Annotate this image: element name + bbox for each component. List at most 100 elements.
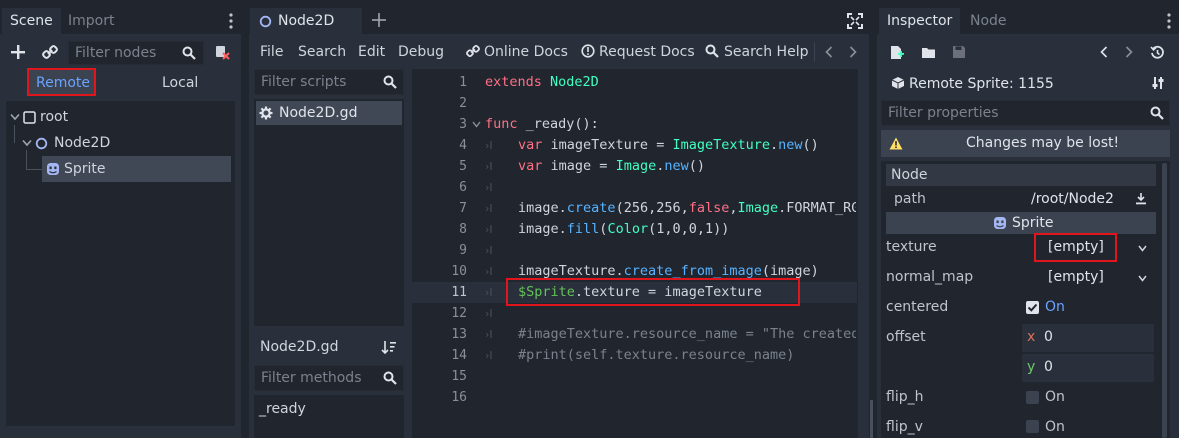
code-line-7: image.create(256,256,false,Image.FORMAT_… [518, 198, 856, 219]
tree-item-sprite[interactable]: Sprite [64, 157, 106, 181]
offset-x-label: x [1027, 329, 1036, 345]
filter-properties-input[interactable]: Filter properties [881, 100, 1170, 126]
link-icon[interactable] [40, 42, 60, 62]
menu-search[interactable]: Search [298, 43, 346, 61]
tab-import[interactable]: Import [60, 8, 122, 34]
clear-script-icon[interactable] [212, 42, 232, 62]
tools-icon[interactable] [1149, 74, 1167, 92]
tab-inspector[interactable]: Inspector [879, 8, 961, 34]
chevron-down-icon[interactable] [20, 136, 34, 150]
tab-marker: ›I [485, 349, 493, 362]
history-icon[interactable] [1148, 43, 1166, 61]
normal-map-value[interactable]: [empty] [1048, 268, 1104, 286]
token: fill [566, 221, 600, 237]
warning-text: Changes may be lost! [966, 135, 1120, 151]
token: new [778, 137, 803, 153]
token: false [688, 200, 730, 216]
tab-marker: ›I [485, 139, 493, 152]
remote-label: Remote [36, 75, 91, 91]
menu-edit[interactable]: Edit [358, 43, 385, 61]
line-number: 16 [451, 390, 467, 405]
sort-icon[interactable] [380, 338, 398, 356]
tab-marker: ›I [485, 223, 493, 236]
tree-item-node2d[interactable]: Node2D [54, 131, 110, 155]
offset-y-field[interactable] [1022, 354, 1154, 382]
chevron-right-icon[interactable] [846, 43, 860, 61]
code-line-11-highlight [506, 278, 800, 306]
texture-label: texture [886, 239, 937, 255]
chevron-left-icon[interactable] [1097, 43, 1111, 61]
node-path-assign-icon[interactable] [1133, 190, 1149, 206]
tab-marker: ›I [485, 202, 493, 215]
token: func [485, 116, 518, 132]
fullscreen-icon[interactable] [845, 11, 865, 31]
node2d-icon [34, 136, 48, 150]
path-label: path [894, 191, 926, 207]
tab-scene[interactable]: Scene [2, 8, 61, 34]
search-icon [381, 368, 399, 388]
offset-label: offset [886, 329, 926, 345]
offset-x-value: 0 [1044, 329, 1053, 345]
save-icon[interactable] [950, 43, 968, 61]
flip-h-checkbox[interactable] [1026, 391, 1039, 404]
tab-marker: ›I [485, 160, 493, 173]
line-number: 1 [459, 75, 467, 90]
sprite-icon [992, 215, 1008, 231]
new-resource-icon[interactable] [888, 43, 906, 61]
menu-online-docs[interactable]: Online Docs [484, 43, 568, 61]
flip-v-checkbox[interactable] [1026, 420, 1039, 433]
chevron-down-icon[interactable] [1135, 271, 1149, 285]
code-line-8: image.fill(Color(1,0,0,1)) [518, 219, 729, 240]
code-line-14: #print(self.texture.resource_name) [518, 347, 795, 363]
inspector-scrollbar[interactable] [1162, 163, 1167, 438]
token: ImageTexture [672, 137, 770, 153]
menu-file[interactable]: File [260, 43, 283, 61]
tab-node[interactable]: Node [962, 8, 1015, 34]
chevron-left-icon[interactable] [822, 43, 836, 61]
fold-arrow-icon[interactable] [470, 118, 482, 130]
menu-request-docs[interactable]: Request Docs [599, 43, 695, 61]
token: () [688, 158, 705, 174]
menu-separator [814, 42, 815, 62]
tab-marker: ›I [485, 286, 493, 299]
offset-y-value: 0 [1044, 359, 1053, 375]
tree-item-root[interactable]: root [40, 105, 68, 129]
line-number: 6 [459, 180, 467, 195]
section-sprite-label: Sprite [1012, 215, 1054, 231]
node2d-icon [258, 14, 272, 28]
folder-icon[interactable] [919, 43, 937, 61]
flip-v-value: On [1045, 419, 1065, 435]
token: .FORMAT_RG [778, 200, 856, 216]
line-number: 3 [459, 117, 467, 132]
token: () [802, 137, 819, 153]
kebab-menu-icon[interactable] [224, 10, 238, 32]
menu-debug[interactable]: Debug [398, 43, 444, 61]
token: image = [550, 158, 616, 174]
line-number: 2 [459, 96, 467, 111]
kebab-menu-icon[interactable] [1162, 10, 1176, 32]
tab-marker: ›I [485, 307, 493, 320]
search-icon [1148, 103, 1166, 123]
method-item-ready[interactable]: _ready [259, 400, 306, 418]
tab-marker: ›I [485, 181, 493, 194]
line-number: 4 [459, 138, 467, 153]
add-tab-icon[interactable] [370, 11, 388, 29]
chevron-down-icon[interactable] [1135, 241, 1149, 255]
script-list-item-label: Node2D.gd [279, 105, 358, 121]
code-scrollbar[interactable] [870, 400, 873, 438]
offset-y-label: y [1027, 359, 1036, 375]
menu-search-help[interactable]: Search Help [724, 43, 808, 61]
chevron-down-icon[interactable] [8, 110, 22, 124]
path-value[interactable]: /root/Node2 [1031, 190, 1114, 208]
line-number: 15 [451, 369, 467, 384]
line-number: 10 [451, 264, 467, 279]
search-icon [381, 72, 399, 92]
local-button[interactable]: Local [162, 73, 198, 93]
add-node-icon[interactable] [8, 42, 28, 62]
offset-x-field[interactable] [1022, 324, 1154, 352]
code-line-1: extends Node2D [485, 72, 599, 93]
chevron-right-icon[interactable] [1122, 43, 1136, 61]
centered-checkbox[interactable] [1026, 301, 1039, 314]
sprite-icon [45, 161, 61, 177]
current-script-label: Node2D.gd [260, 339, 339, 355]
